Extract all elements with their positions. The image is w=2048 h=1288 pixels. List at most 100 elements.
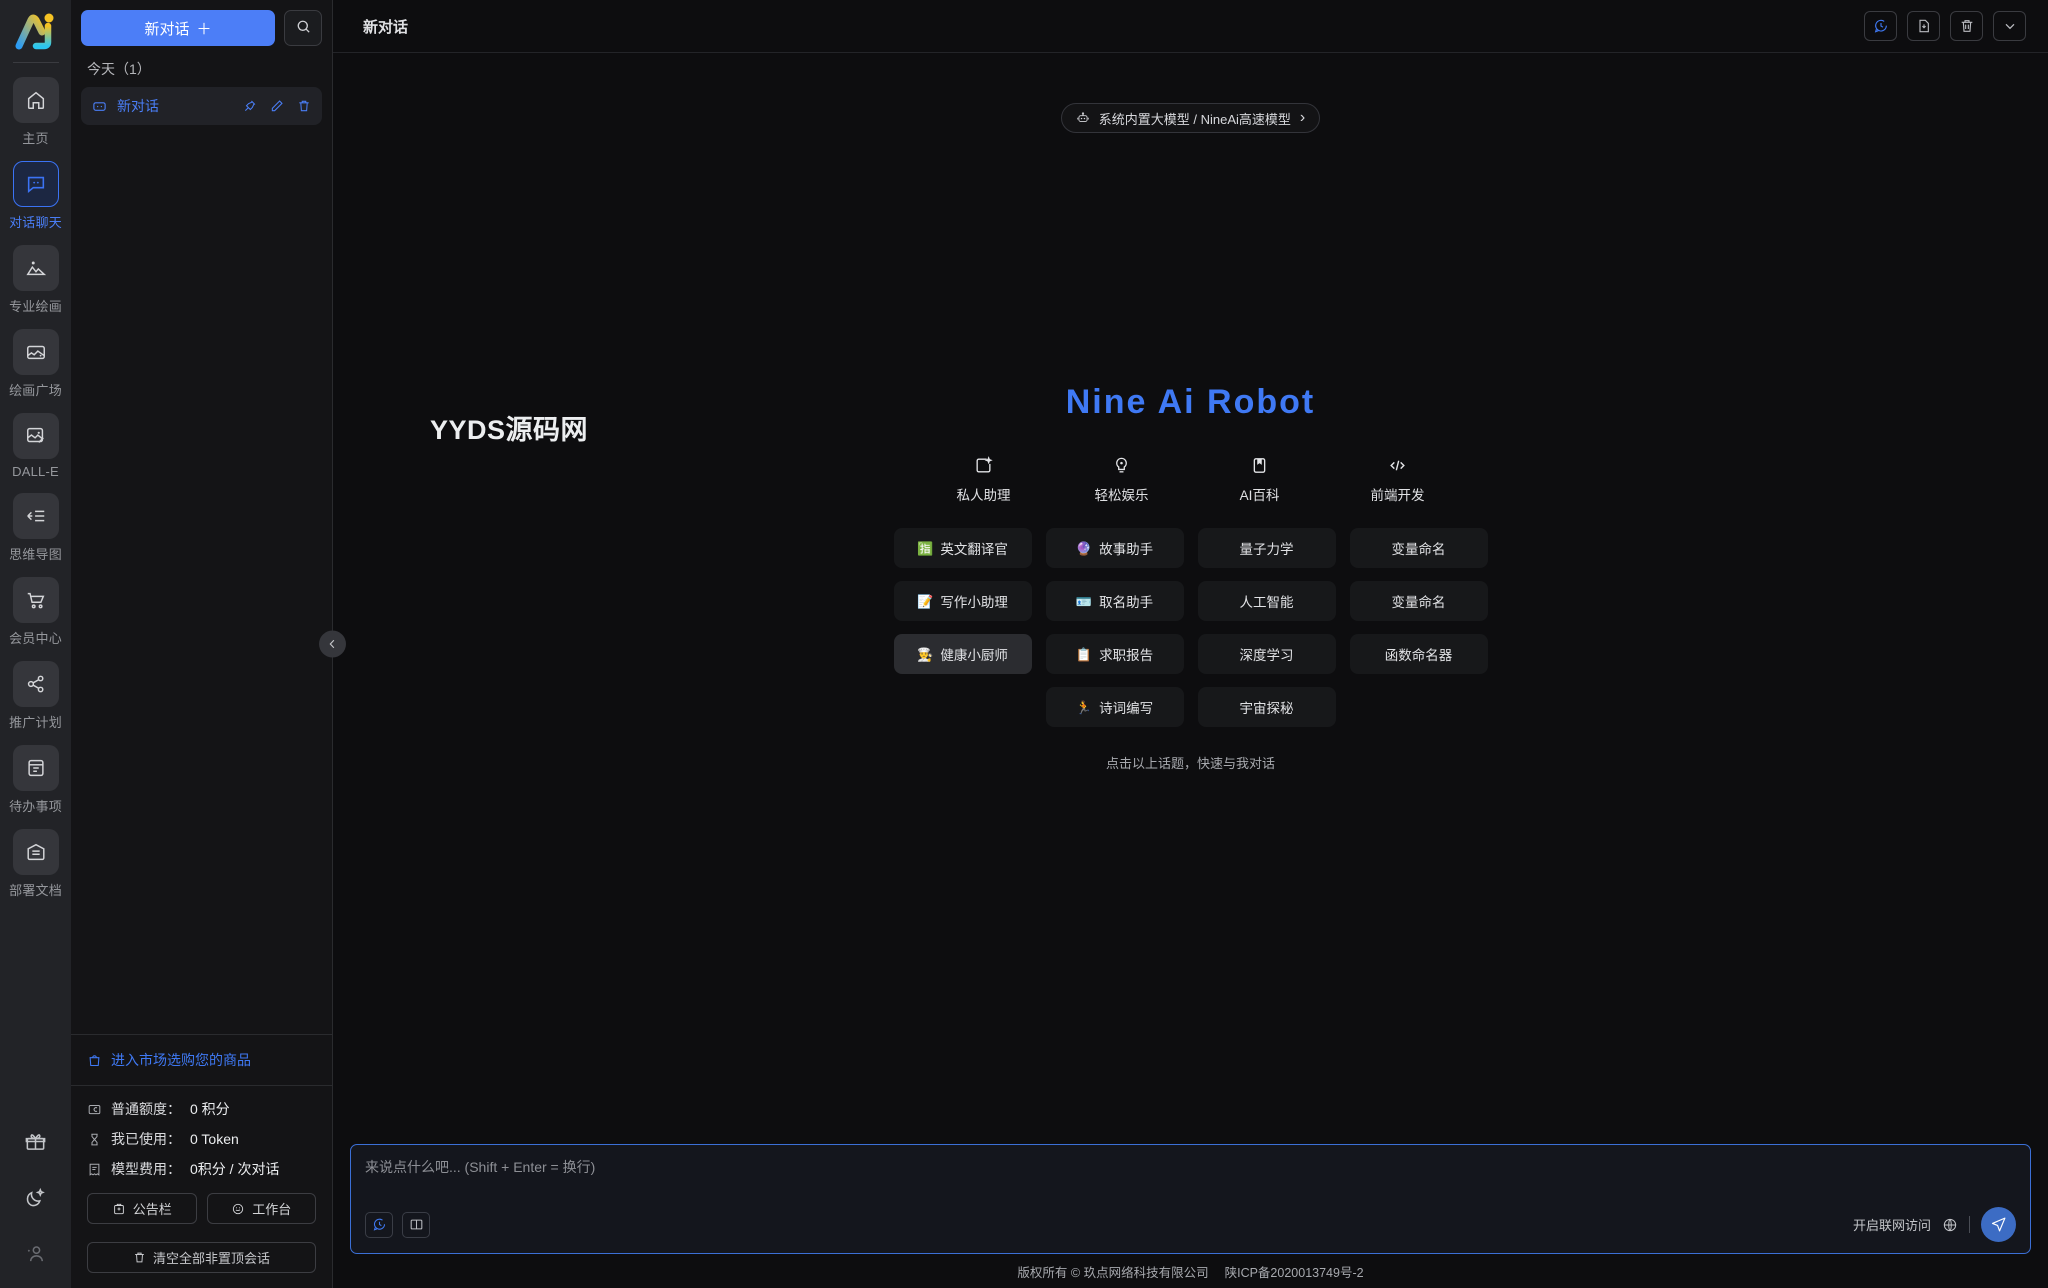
chevron-right-icon: › bbox=[1300, 109, 1305, 127]
moon-night-icon[interactable] bbox=[24, 1186, 47, 1214]
sidebar-label: DALL-E bbox=[12, 464, 59, 479]
more-options-button[interactable] bbox=[1993, 11, 2026, 41]
conversation-item[interactable]: 新对话 bbox=[81, 87, 322, 125]
chat-area: 系统内置大模型 / NineAi高速模型 › YYDS源码网 Nine Ai R… bbox=[333, 53, 2048, 1136]
tab-personal-assistant[interactable]: 私人助理 bbox=[915, 456, 1053, 504]
announcement-label: 公告栏 bbox=[133, 1199, 172, 1218]
prompt-item[interactable]: 量子力学 bbox=[1198, 528, 1336, 568]
sidebar-item-home[interactable]: 主页 bbox=[0, 77, 71, 147]
prompt-item[interactable]: 变量命名 bbox=[1350, 581, 1488, 621]
chat-clock-icon bbox=[372, 1217, 387, 1232]
save-conversation-button[interactable] bbox=[1907, 11, 1940, 41]
announcement-icon bbox=[112, 1202, 126, 1216]
prompt-library-button[interactable] bbox=[402, 1212, 430, 1238]
footer: 版权所有 © 玖点网络科技有限公司 陕ICP备2020013749号-2 bbox=[333, 1254, 2048, 1288]
sidebar-item-dalle[interactable]: DALL-E bbox=[0, 413, 71, 479]
add-user-icon[interactable] bbox=[24, 1242, 47, 1270]
prompt-column-assistant: 🈯 英文翻译官 📝 写作小助理 👨‍🍳 健康小厨师 bbox=[894, 528, 1032, 727]
nineai-logo[interactable] bbox=[12, 8, 60, 54]
sidebar-item-chat[interactable]: 对话聊天 bbox=[0, 161, 71, 231]
trash-icon bbox=[1959, 18, 1975, 34]
shopping-cart-icon bbox=[13, 577, 59, 623]
new-chat-label: 新对话 bbox=[144, 18, 189, 39]
prompt-item[interactable]: 🈯 英文翻译官 bbox=[894, 528, 1032, 568]
prompt-item[interactable]: 🏃 诗词编写 bbox=[1046, 687, 1184, 727]
tab-label: 私人助理 bbox=[957, 484, 1011, 504]
chevron-left-icon bbox=[326, 638, 339, 651]
rail-divider bbox=[13, 62, 59, 63]
main-area: 新对话 bbox=[333, 0, 2048, 1288]
prompt-label: 量子力学 bbox=[1240, 538, 1294, 558]
prompt-label: 诗词编写 bbox=[1099, 697, 1153, 717]
model-selector[interactable]: 系统内置大模型 / NineAi高速模型 › bbox=[1061, 103, 1320, 133]
document-archive-icon bbox=[13, 829, 59, 875]
prompt-item[interactable]: 👨‍🍳 健康小厨师 bbox=[894, 634, 1032, 674]
new-chat-button[interactable]: 新对话 ＋ bbox=[81, 10, 275, 46]
edit-icon[interactable] bbox=[270, 99, 284, 113]
trash-icon[interactable] bbox=[297, 99, 311, 113]
sidebar-item-deploy-docs[interactable]: 部署文档 bbox=[0, 829, 71, 899]
globe-icon[interactable] bbox=[1942, 1217, 1958, 1233]
credit-icon bbox=[87, 1102, 102, 1117]
tab-label: AI百科 bbox=[1240, 484, 1280, 504]
prompt-item[interactable]: 📝 写作小助理 bbox=[894, 581, 1032, 621]
book-bookmark-icon bbox=[1250, 456, 1269, 475]
prompt-emoji-icon: 📝 bbox=[917, 595, 933, 608]
tab-entertainment[interactable]: 轻松娱乐 bbox=[1053, 456, 1191, 504]
page-title: 新对话 bbox=[363, 16, 408, 37]
code-brackets-icon bbox=[1388, 456, 1407, 475]
sidebar-collapse-handle[interactable] bbox=[319, 631, 346, 658]
prompt-item[interactable]: 深度学习 bbox=[1198, 634, 1336, 674]
chat-history-button[interactable] bbox=[1864, 11, 1897, 41]
tab-frontend-dev[interactable]: 前端开发 bbox=[1329, 456, 1467, 504]
gallery-icon bbox=[13, 329, 59, 375]
prompt-item[interactable]: 🔮 故事助手 bbox=[1046, 528, 1184, 568]
composer-toolbar: 开启联网访问 bbox=[365, 1207, 2016, 1242]
composer-wrapper: 开启联网访问 bbox=[333, 1136, 2048, 1254]
sidebar-item-promotion[interactable]: 推广计划 bbox=[0, 661, 71, 731]
prompt-item[interactable]: 函数命名器 bbox=[1350, 634, 1488, 674]
prompt-item[interactable]: 人工智能 bbox=[1198, 581, 1336, 621]
prompt-grid: 🈯 英文翻译官 📝 写作小助理 👨‍🍳 健康小厨师 bbox=[894, 528, 1488, 727]
search-button[interactable] bbox=[284, 10, 322, 46]
prompt-hint: 点击以上话题，快速与我对话 bbox=[1106, 753, 1275, 772]
sidebar-label: 待办事项 bbox=[9, 796, 62, 815]
prompt-column-encyclopedia: 量子力学 人工智能 深度学习 宇宙探秘 bbox=[1198, 528, 1336, 727]
prompt-item[interactable]: 📋 求职报告 bbox=[1046, 634, 1184, 674]
send-plane-icon bbox=[1990, 1216, 2007, 1233]
prompt-emoji-icon: 🏃 bbox=[1076, 701, 1092, 714]
send-button[interactable] bbox=[1981, 1207, 2016, 1242]
prompt-label: 英文翻译官 bbox=[940, 538, 1008, 558]
stat-row-cost: 模型费用： 0积分 / 次对话 bbox=[87, 1159, 316, 1179]
sidebar-item-member[interactable]: 会员中心 bbox=[0, 577, 71, 647]
rail-bottom-actions bbox=[0, 1130, 71, 1270]
sidebar-label: 专业绘画 bbox=[9, 296, 62, 315]
sidebar-item-pro-drawing[interactable]: 专业绘画 bbox=[0, 245, 71, 315]
app-root: 主页 对话聊天 专业绘画 绘画广场 bbox=[0, 0, 2048, 1288]
sidebar-item-mindmap[interactable]: 思维导图 bbox=[0, 493, 71, 563]
prompt-label: 取名助手 bbox=[1099, 591, 1153, 611]
prompt-item[interactable]: 🪪 取名助手 bbox=[1046, 581, 1184, 621]
sidebar-item-gallery[interactable]: 绘画广场 bbox=[0, 329, 71, 399]
delete-conversation-button[interactable] bbox=[1950, 11, 1983, 41]
announcement-button[interactable]: 公告栏 bbox=[87, 1193, 197, 1224]
workbench-button[interactable]: 工作台 bbox=[207, 1193, 317, 1224]
prompt-label: 宇宙探秘 bbox=[1240, 697, 1294, 717]
prompt-label: 人工智能 bbox=[1240, 591, 1294, 611]
market-link[interactable]: 进入市场选购您的商品 bbox=[71, 1034, 332, 1085]
magic-frame-icon bbox=[974, 456, 993, 475]
sidebar-label: 主页 bbox=[22, 128, 48, 147]
workbench-label: 工作台 bbox=[252, 1199, 291, 1218]
sidebar-item-todo[interactable]: 待办事项 bbox=[0, 745, 71, 815]
plus-icon: ＋ bbox=[197, 18, 212, 39]
prompt-history-button[interactable] bbox=[365, 1212, 393, 1238]
prompt-item[interactable]: 变量命名 bbox=[1350, 528, 1488, 568]
tab-ai-encyclopedia[interactable]: AI百科 bbox=[1191, 456, 1329, 504]
prompt-item[interactable]: 宇宙探秘 bbox=[1198, 687, 1336, 727]
message-input[interactable] bbox=[365, 1157, 2016, 1195]
home-icon bbox=[13, 77, 59, 123]
clear-conversations-button[interactable]: 清空全部非置顶会话 bbox=[87, 1242, 316, 1273]
category-tabs: 私人助理 轻松娱乐 AI百科 bbox=[915, 456, 1467, 504]
gift-icon[interactable] bbox=[24, 1130, 47, 1158]
pin-icon[interactable] bbox=[243, 99, 257, 113]
